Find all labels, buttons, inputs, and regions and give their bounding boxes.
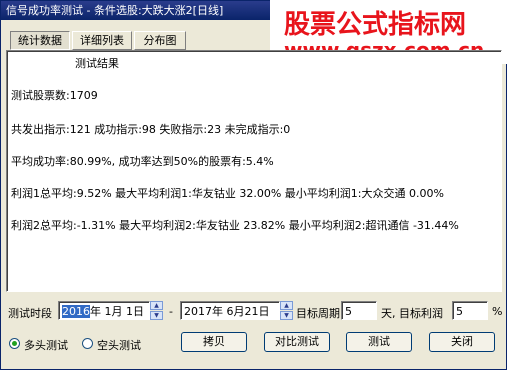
start-year[interactable]: 2016 (62, 305, 90, 318)
target-profit-value: 5 (456, 305, 463, 318)
spin-up-icon[interactable]: ▲ (150, 301, 163, 310)
result-stock-count: 测试股票数:1709 (11, 89, 98, 102)
result-profit2: 利润2总平均:-1.31% 最大平均利润2:华友钴业 23.82% 最小平均利润… (11, 219, 459, 232)
watermark-text-cn: 股票公式指标网 (284, 10, 467, 40)
date-range-dash: - (169, 305, 173, 318)
end-date-spinner[interactable]: ▲ ▼ (280, 301, 293, 320)
radio-short-label[interactable]: 空头测试 (97, 337, 141, 353)
start-date-spinner[interactable]: ▲ ▼ (150, 301, 163, 320)
start-date-rest: 年 1月 1日 (90, 305, 144, 318)
spin-down-icon[interactable]: ▼ (150, 311, 163, 320)
period-label: 测试时段 (8, 307, 52, 320)
tab-distribution[interactable]: 分布图 (134, 31, 186, 50)
target-period-input[interactable]: 5 (341, 301, 377, 320)
window-title: 信号成功率测试 - 条件选股:大跌大涨2[日线] (6, 4, 224, 17)
spin-up-icon[interactable]: ▲ (280, 301, 293, 310)
compare-test-button[interactable]: 对比测试 (264, 332, 330, 352)
tab-statistics[interactable]: 统计数据 (10, 31, 70, 50)
target-period-value: 5 (345, 305, 352, 318)
percent-sign: % (492, 305, 503, 318)
target-profit-label: 天, 目标利润 (381, 307, 443, 320)
result-success-rate: 平均成功率:80.99%, 成功率达到50%的股票有:5.4% (11, 155, 274, 168)
radio-long-label[interactable]: 多头测试 (24, 337, 68, 353)
radio-short-test[interactable] (82, 338, 93, 349)
results-heading: 测试结果 (75, 57, 119, 70)
start-date-picker[interactable]: 2016年 1月 1日 (58, 301, 150, 320)
end-date-value: 2017年 6月21日 (184, 305, 270, 318)
results-panel: 测试结果 测试股票数:1709 共发出指示:121 成功指示:98 失败指示:2… (6, 50, 502, 292)
spin-down-icon[interactable]: ▼ (280, 311, 293, 320)
tab-detail-list[interactable]: 详细列表 (72, 31, 132, 50)
radio-long-test[interactable] (9, 338, 20, 349)
close-button[interactable]: 关闭 (429, 332, 495, 352)
result-profit1: 利润1总平均:9.52% 最大平均利润1:华友钴业 32.00% 最小平均利润1… (11, 187, 444, 200)
target-profit-input[interactable]: 5 (452, 301, 488, 320)
end-date-picker[interactable]: 2017年 6月21日 (180, 301, 280, 320)
test-button[interactable]: 测试 (346, 332, 412, 352)
target-period-label: 目标周期 (296, 307, 340, 320)
radio-selected-dot (12, 341, 17, 346)
copy-button[interactable]: 拷贝 (181, 332, 247, 352)
result-signals: 共发出指示:121 成功指示:98 失败指示:23 未完成指示:0 (11, 123, 291, 136)
